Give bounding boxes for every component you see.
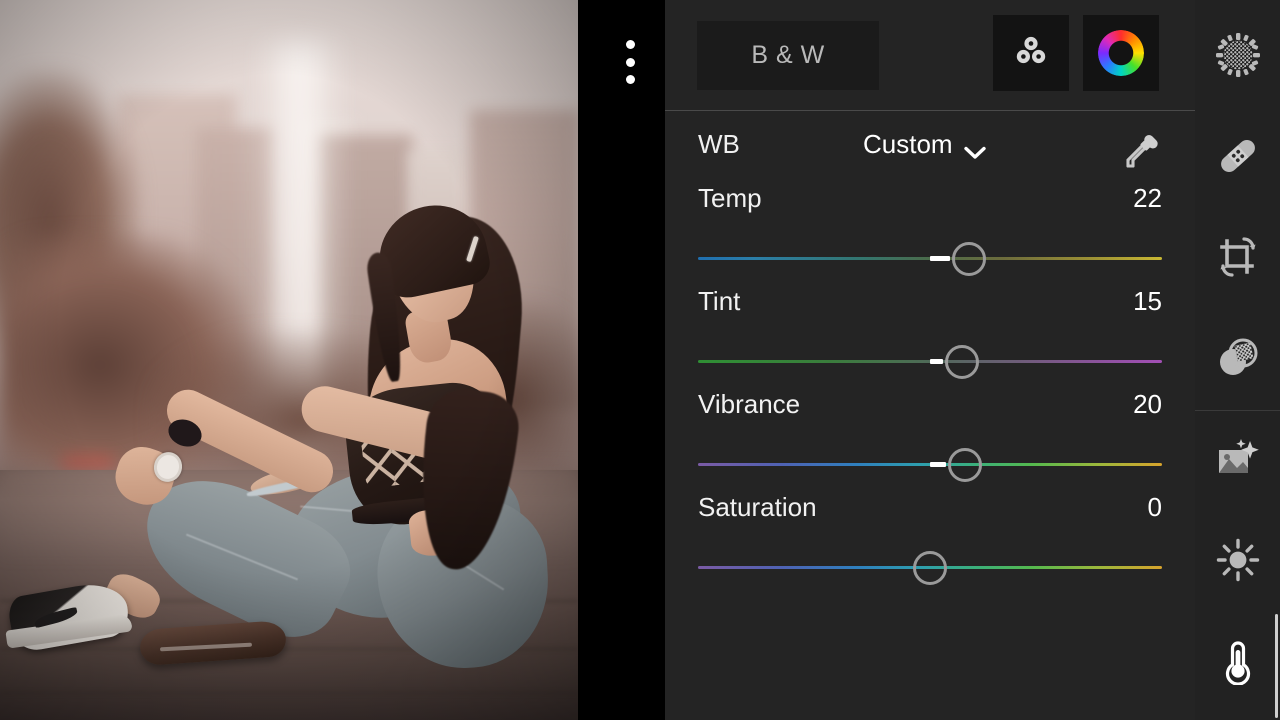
edited-photo[interactable] <box>0 0 578 720</box>
tool-healing-brush[interactable] <box>1195 108 1280 209</box>
slider-value: 20 <box>1133 389 1162 419</box>
slider-saturation[interactable]: Saturation 0 <box>665 486 1195 589</box>
slider-vibrance[interactable]: Vibrance 20 <box>665 383 1195 486</box>
tool-light[interactable] <box>1195 512 1280 613</box>
slider-track-area[interactable] <box>698 551 1162 585</box>
tool-color[interactable] <box>1195 613 1280 714</box>
slider-tint[interactable]: Tint 15 <box>665 280 1195 383</box>
vertical-scrollbar[interactable] <box>1275 614 1278 718</box>
eyedropper-icon[interactable] <box>1119 129 1165 180</box>
slider-knob[interactable] <box>947 448 982 482</box>
adjustment-rows: WB Custom Temp 22 Tint 15 Vibrance 20 Sa… <box>665 111 1195 589</box>
color-mix-button[interactable] <box>993 15 1069 91</box>
color-wheel-button[interactable] <box>1083 15 1159 91</box>
bw-toggle-button[interactable]: B & W <box>697 21 879 90</box>
color-wheel-icon <box>1098 30 1144 76</box>
color-mix-icon <box>1011 31 1051 76</box>
crop-rotate-icon <box>1214 233 1262 286</box>
slider-header: Vibrance 20 <box>698 383 1162 420</box>
slider-value: 22 <box>1133 183 1162 213</box>
slider-knob[interactable] <box>913 551 947 585</box>
tool-clone-stamp[interactable] <box>1195 310 1280 411</box>
slider-value: 0 <box>1147 492 1162 522</box>
slider-header: Tint 15 <box>698 280 1162 317</box>
sun-icon <box>1214 536 1262 589</box>
slider-label: Vibrance <box>698 389 801 419</box>
slider-fill <box>930 462 946 467</box>
wb-dropdown[interactable]: Custom <box>863 128 986 160</box>
tool-effects[interactable] <box>1195 411 1280 512</box>
panel-header: B & W <box>665 0 1195 111</box>
slider-track-area[interactable] <box>698 448 1162 482</box>
clone-stamp-icon <box>1214 334 1262 387</box>
tools-sidebar <box>1195 0 1280 720</box>
slider-fill <box>930 359 944 364</box>
image-sparkle-icon <box>1214 435 1262 488</box>
slider-fill <box>930 256 951 261</box>
slider-knob[interactable] <box>952 242 987 276</box>
color-edit-panel: B & W WB Custom Temp 22 Tint 15 Vibrance… <box>665 0 1195 720</box>
slider-header: Saturation 0 <box>698 486 1162 523</box>
slider-track-area[interactable] <box>698 345 1162 379</box>
slider-temp[interactable]: Temp 22 <box>665 177 1195 280</box>
editor-window: B & W WB Custom Temp 22 Tint 15 Vibrance… <box>0 0 1280 720</box>
slider-header: Temp 22 <box>698 177 1162 214</box>
bw-toggle-label: B & W <box>751 41 825 69</box>
halftone-circle-icon <box>1214 31 1262 84</box>
slider-knob[interactable] <box>945 345 980 379</box>
thermometer-icon <box>1214 637 1262 690</box>
tool-healing-texture[interactable] <box>1195 7 1280 108</box>
canvas-letterbox <box>578 0 665 720</box>
slider-track-area[interactable] <box>698 242 1162 276</box>
wb-value-label: Custom <box>863 128 953 159</box>
bandage-icon <box>1214 132 1262 185</box>
slider-label: Tint <box>698 286 741 316</box>
slider-value: 15 <box>1133 286 1162 316</box>
white-balance-row: WB Custom <box>665 111 1195 177</box>
tool-crop-rotate[interactable] <box>1195 209 1280 310</box>
photo-vignette <box>0 0 578 720</box>
wb-label: WB <box>698 128 740 159</box>
more-vertical-icon[interactable] <box>622 40 638 84</box>
slider-label: Saturation <box>698 492 817 522</box>
photo-canvas[interactable] <box>0 0 665 720</box>
slider-label: Temp <box>698 183 762 213</box>
